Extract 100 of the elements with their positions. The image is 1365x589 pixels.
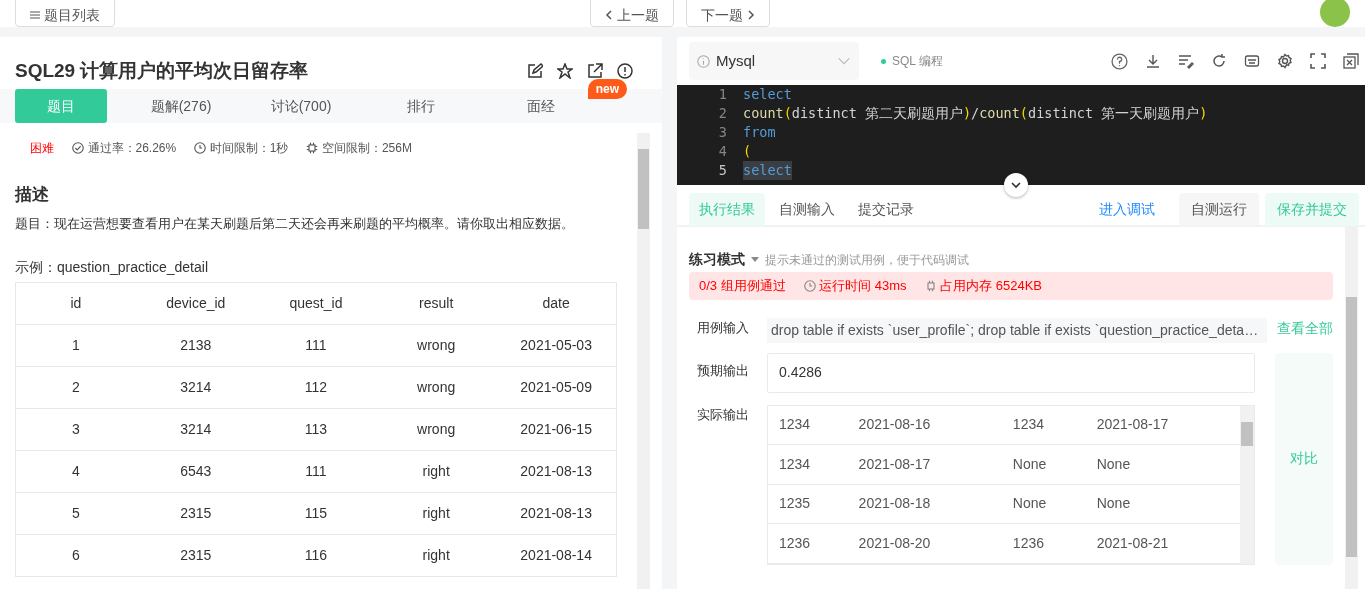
settings-icon[interactable] xyxy=(1277,53,1293,69)
refresh-icon[interactable] xyxy=(1211,53,1227,69)
tab[interactable]: 自测输入 xyxy=(768,192,845,226)
table-cell: wrong xyxy=(376,324,497,367)
download-icon[interactable] xyxy=(1145,53,1161,69)
run-button[interactable]: 自测运行 xyxy=(1179,192,1259,226)
scrollbar[interactable] xyxy=(1240,405,1254,564)
field-label: 预期输出 xyxy=(696,361,750,380)
table-cell: 112 xyxy=(255,366,377,409)
line-number: 2 xyxy=(717,104,728,123)
chip-icon xyxy=(924,279,937,292)
tab[interactable]: 面经 xyxy=(495,89,587,123)
table-cell: 1 xyxy=(15,324,136,367)
language-select[interactable]: Mysql xyxy=(689,42,859,80)
table-cell: 2021-08-16 xyxy=(847,405,1002,445)
clock-icon xyxy=(803,279,816,292)
scrollbar[interactable] xyxy=(1345,227,1358,589)
line-number: 1 xyxy=(717,85,728,104)
problem-list-button[interactable]: 题目列表 xyxy=(15,0,115,27)
field-label: 用例输入 xyxy=(696,318,750,337)
column-header: result xyxy=(376,282,497,325)
example-label: 示例：question_practice_detail xyxy=(15,258,209,277)
new-badge: new xyxy=(587,79,627,99)
tab[interactable]: 题解(276) xyxy=(135,89,227,123)
table-cell: 111 xyxy=(255,324,377,367)
table-cell: 6 xyxy=(15,534,136,577)
line-number: 4 xyxy=(717,142,728,161)
table-cell: 2021-08-20 xyxy=(847,523,1002,563)
tab[interactable]: 排行 xyxy=(375,89,467,123)
section-heading: 描述 xyxy=(15,184,50,206)
info-icon xyxy=(697,54,710,68)
debug-link[interactable]: 进入调试 xyxy=(1099,198,1155,220)
field-label: 实际输出 xyxy=(696,405,750,424)
code-line: ( xyxy=(743,142,752,161)
table-cell: 4 xyxy=(15,450,136,493)
table-cell: 1234 xyxy=(768,444,848,485)
problem-title: SQL29 计算用户的平均次日留存率 xyxy=(15,58,309,83)
table-cell: 3 xyxy=(15,408,136,451)
table-cell: 2315 xyxy=(135,534,256,577)
share-icon[interactable] xyxy=(587,63,603,79)
info-icon[interactable] xyxy=(617,63,633,79)
list-icon xyxy=(30,10,40,20)
chevron-down-icon xyxy=(1010,179,1022,191)
table-cell: right xyxy=(376,534,497,577)
table-cell: 2021-08-17 xyxy=(847,444,1002,485)
table-cell: wrong xyxy=(376,366,497,409)
chevron-right-icon xyxy=(747,10,755,20)
code-line: from xyxy=(743,123,776,142)
table-cell: 2021-08-18 xyxy=(847,484,1002,524)
table-cell: 113 xyxy=(255,408,377,451)
table-cell: 2021-08-13 xyxy=(496,492,617,535)
table-cell: 2021-05-09 xyxy=(496,366,617,409)
table-cell: 2021-06-15 xyxy=(496,408,617,451)
collapse-button[interactable] xyxy=(1004,173,1028,197)
next-button[interactable]: 下一题 xyxy=(686,0,770,27)
mode-dropdown[interactable]: 练习模式 xyxy=(689,249,745,270)
tab[interactable]: 讨论(700) xyxy=(255,89,347,123)
table-cell: 1234 xyxy=(768,405,848,445)
table-cell: 3214 xyxy=(135,366,256,409)
line-number: 5 xyxy=(717,161,728,180)
case-input-field: drop table if exists `user_profile`; drop table if exists `question_practice_deta… xyxy=(767,317,1267,343)
close-window-icon[interactable] xyxy=(1343,53,1359,69)
table-cell: 2021-08-14 xyxy=(496,534,617,577)
table-cell: 2021-08-13 xyxy=(496,450,617,493)
keyboard-icon[interactable] xyxy=(1244,53,1260,69)
chip-icon xyxy=(306,142,319,154)
table-cell: 2021-05-03 xyxy=(496,324,617,367)
table-cell: 3214 xyxy=(135,408,256,451)
scrollbar[interactable] xyxy=(637,133,650,589)
star-icon[interactable] xyxy=(557,63,573,79)
format-icon[interactable] xyxy=(1178,53,1194,69)
edit-icon[interactable] xyxy=(527,63,543,79)
table-cell: 1236 xyxy=(768,523,848,563)
table-cell: 1234 xyxy=(1001,405,1086,445)
table-cell: 5 xyxy=(15,492,136,535)
table-cell: 2138 xyxy=(135,324,256,367)
column-header: id xyxy=(15,282,136,325)
table-cell: right xyxy=(376,492,497,535)
line-number: 3 xyxy=(717,123,728,142)
help-icon[interactable] xyxy=(1111,52,1128,70)
expected-output-field: 0.4286 xyxy=(767,352,1255,393)
status-banner: 0/3 组用例通过 运行时间 43ms 占用内存 6524KB xyxy=(689,272,1333,300)
previous-button[interactable]: 上一题 xyxy=(590,0,674,27)
pass-rate: 通过率：26.26% xyxy=(87,140,177,157)
table-cell: right xyxy=(376,450,497,493)
table-cell: 116 xyxy=(255,534,377,577)
chevron-left-icon xyxy=(605,10,613,20)
tab[interactable]: 提交记录 xyxy=(848,192,924,226)
caret-icon xyxy=(751,257,759,262)
code-line: count(distinct 第二天刷题用户)/count(distinct 第一天刷题用户) xyxy=(743,104,1208,123)
column-header: quest_id xyxy=(255,282,377,325)
table-cell: 2 xyxy=(15,366,136,409)
table-cell: 115 xyxy=(255,492,377,535)
description-text: 题目：现在运营想要查看用户在某天刷题后第二天还会再来刷题的平均概率。请你取出相应数据。 xyxy=(15,214,575,233)
table-cell: wrong xyxy=(376,408,497,451)
mode-label: SQL 编程 xyxy=(892,53,943,70)
table-cell: 1236 xyxy=(1001,523,1086,563)
status-dot xyxy=(881,58,886,64)
space-limit: 空间限制：256M xyxy=(321,140,412,157)
fullscreen-icon[interactable] xyxy=(1310,53,1326,69)
